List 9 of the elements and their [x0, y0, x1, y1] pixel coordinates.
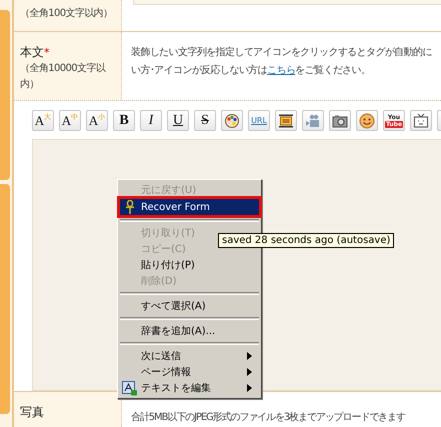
field-label: 写真 [20, 404, 45, 420]
field-label: 本文 [20, 44, 44, 59]
field-note: （全角10000文字以内） [20, 62, 107, 92]
field-note: （全角100文字以内） [20, 6, 114, 21]
required-mark: * [44, 46, 50, 59]
description-text: い方･アイコンが反応しない方はこちらをご覧ください。 [131, 64, 372, 78]
tooltip: saved 28 seconds ago (autosave) [218, 233, 394, 248]
description-text: 合計5MB以下のJPEG形式のファイルを3枚までアップロードできます [131, 410, 406, 425]
description-text: 装飾したい文字列を指定してアイコンをクリックするとタグが自動的に [131, 46, 433, 60]
